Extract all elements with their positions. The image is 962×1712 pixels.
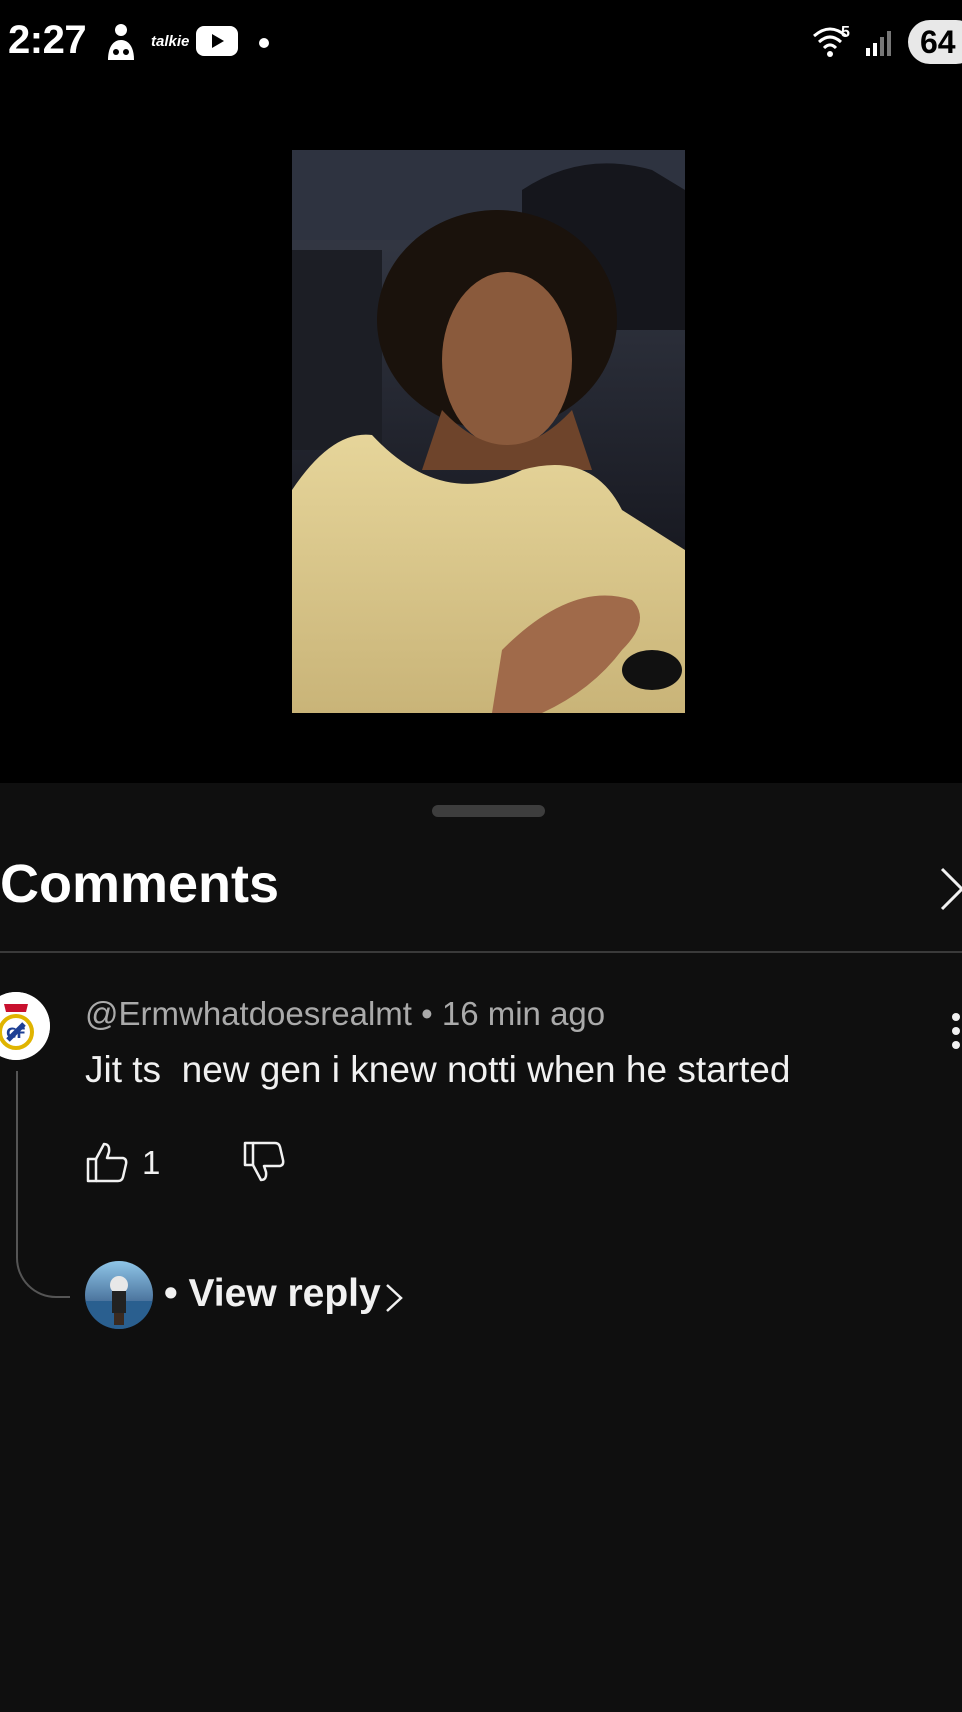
- comment-author[interactable]: @Ermwhatdoesrealmt: [85, 995, 412, 1032]
- comment-text: Jit ts new gen i knew notti when he star…: [85, 1049, 791, 1090]
- battery-icon: 64: [908, 20, 962, 64]
- comment-meta: @Ermwhatdoesrealmt • 16 min ago: [85, 995, 605, 1033]
- real-madrid-crest-icon: CF: [0, 992, 50, 1060]
- thread-line: [16, 1071, 70, 1298]
- thumbs-up-icon[interactable]: [85, 1140, 129, 1184]
- view-reply-button[interactable]: • View reply: [164, 1272, 381, 1316]
- reply-avatar[interactable]: [85, 1261, 153, 1329]
- comment-time: 16 min ago: [441, 995, 606, 1032]
- reply-avatar-image: [85, 1261, 153, 1329]
- thumbs-down-icon[interactable]: [242, 1140, 286, 1184]
- meta-separator: •: [421, 995, 433, 1032]
- notification-dot-icon: [259, 38, 269, 48]
- signal-icon: [866, 31, 891, 56]
- youtube-icon: [196, 26, 238, 56]
- video-player[interactable]: [0, 88, 962, 783]
- video-frame: [292, 150, 685, 713]
- avatar[interactable]: CF: [0, 992, 50, 1060]
- status-time: 2:27: [8, 18, 87, 62]
- svg-text:CF: CF: [6, 1026, 26, 1042]
- comments-sheet: Comments CF @Ermwhatdoesrealmt • 16 min …: [0, 783, 962, 1712]
- comment-thread: CF @Ermwhatdoesrealmt • 16 min ago Jit t…: [0, 783, 962, 1712]
- assistant-icon: [108, 24, 134, 60]
- like-count: 1: [142, 1144, 161, 1181]
- chevron-right-icon[interactable]: [382, 1281, 406, 1315]
- wifi-label: 5: [841, 24, 850, 41]
- video-thumbnail: [292, 150, 685, 713]
- status-bar: 2:27 talkie 5 64: [0, 0, 962, 88]
- more-options-icon[interactable]: [950, 1011, 962, 1051]
- talkie-icon: talkie: [151, 33, 190, 50]
